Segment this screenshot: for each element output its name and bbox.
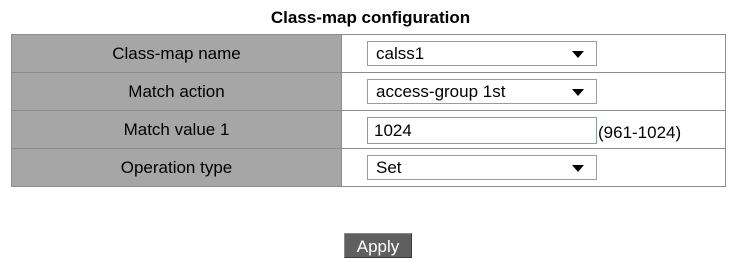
class-map-name-label: Class-map name — [11, 34, 342, 73]
class-map-name-row: Class-map name calss1 — [11, 34, 726, 73]
match-value-input[interactable] — [367, 117, 597, 144]
match-value-range-hint: (961-1024) — [598, 123, 682, 142]
apply-button[interactable]: Apply — [344, 233, 412, 258]
match-action-row: Match action access-group 1st — [11, 72, 726, 111]
operation-type-value: Set — [376, 158, 402, 177]
class-map-config-table: Class-map name calss1 Match action acces… — [11, 34, 726, 187]
chevron-down-icon — [572, 89, 584, 96]
match-value-row: Match value 1 (961-1024) — [11, 110, 726, 149]
match-action-select[interactable]: access-group 1st — [367, 79, 597, 104]
class-map-name-value: calss1 — [376, 44, 425, 63]
match-value-label: Match value 1 — [11, 110, 342, 149]
operation-type-row: Operation type Set — [11, 148, 726, 187]
chevron-down-icon — [572, 51, 584, 58]
chevron-down-icon — [572, 165, 584, 172]
match-action-value: access-group 1st — [376, 82, 506, 101]
class-map-name-select[interactable]: calss1 — [367, 41, 597, 66]
operation-type-label: Operation type — [11, 148, 342, 187]
operation-type-select[interactable]: Set — [367, 155, 597, 180]
match-action-label: Match action — [11, 72, 342, 111]
page-title: Class-map configuration — [270, 8, 471, 27]
